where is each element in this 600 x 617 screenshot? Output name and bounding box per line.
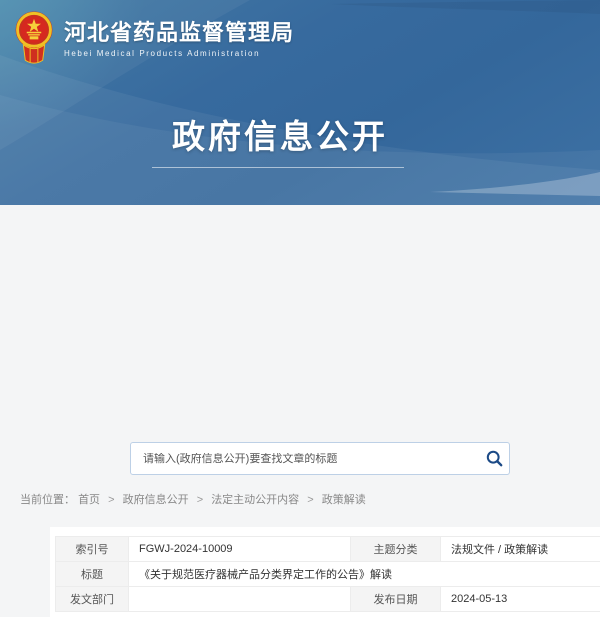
table-row: 标题 《关于规范医疗器械产品分类界定工作的公告》解读: [56, 562, 600, 587]
page-body: 当前位置： 首页 > 政府信息公开 > 法定主动公开内容 > 政策解读 索引号 …: [0, 205, 600, 400]
page-title-underline: [152, 167, 404, 168]
breadcrumb: 当前位置： 首页 > 政府信息公开 > 法定主动公开内容 > 政策解读: [20, 491, 366, 507]
national-emblem-icon: [14, 10, 54, 68]
breadcrumb-item-home[interactable]: 首页: [78, 494, 100, 506]
site-title-zh: 河北省药品监督管理局: [64, 20, 294, 45]
table-row: 索引号 FGWJ-2024-10009 主题分类 法规文件 / 政策解读: [56, 537, 600, 562]
field-value-issuing-department: [129, 587, 351, 612]
breadcrumb-separator: >: [197, 494, 203, 506]
field-value-topic-category: 法规文件 / 政策解读: [441, 537, 600, 562]
breadcrumb-item-info-disclosure[interactable]: 政府信息公开: [123, 494, 189, 506]
breadcrumb-prefix: 当前位置：: [20, 494, 75, 506]
header-banner: 河北省药品监督管理局 Hebei Medical Products Admini…: [0, 0, 600, 205]
breadcrumb-separator: >: [108, 494, 114, 506]
document-info-table: 索引号 FGWJ-2024-10009 主题分类 法规文件 / 政策解读 标题 …: [55, 536, 600, 612]
breadcrumb-item-policy-interpretation[interactable]: 政策解读: [322, 494, 366, 506]
field-label-publish-date: 发布日期: [351, 587, 441, 612]
field-label-issuing-department: 发文部门: [56, 587, 129, 612]
site-title-block: 河北省药品监督管理局 Hebei Medical Products Admini…: [64, 20, 294, 57]
field-value-title: 《关于规范医疗器械产品分类界定工作的公告》解读: [129, 562, 600, 587]
search-input[interactable]: [131, 453, 479, 465]
table-row: 发文部门 发布日期 2024-05-13: [56, 587, 600, 612]
field-label-title: 标题: [56, 562, 129, 587]
search-icon[interactable]: [479, 443, 509, 474]
site-logo[interactable]: 河北省药品监督管理局 Hebei Medical Products Admini…: [14, 10, 294, 68]
breadcrumb-item-statutory-content[interactable]: 法定主动公开内容: [211, 494, 299, 506]
field-label-index-number: 索引号: [56, 537, 129, 562]
field-label-topic-category: 主题分类: [351, 537, 441, 562]
search-box: [130, 442, 510, 475]
page-title: 政府信息公开: [0, 110, 560, 158]
site-title-en: Hebei Medical Products Administration: [64, 49, 294, 58]
breadcrumb-separator: >: [307, 494, 313, 506]
field-value-publish-date: 2024-05-13: [441, 587, 600, 612]
field-value-index-number: FGWJ-2024-10009: [129, 537, 351, 562]
